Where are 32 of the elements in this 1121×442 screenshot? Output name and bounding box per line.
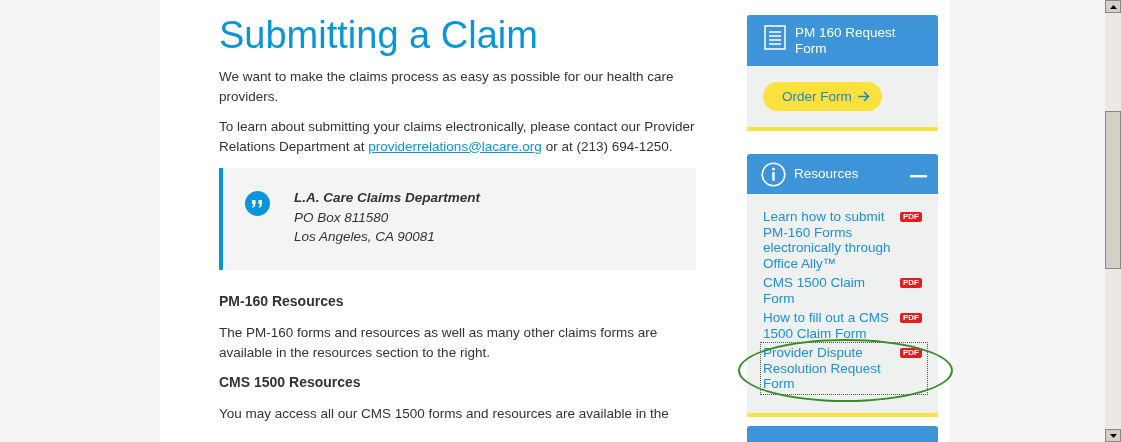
address-name: L.A. Care Claims Department [294,190,481,205]
up-arrow-icon [1109,4,1117,9]
pdf-badge: PDF [900,313,922,323]
address-line: PO Box 811580 [294,208,390,227]
scrollbar-thumb[interactable] [1105,111,1121,269]
resource-link[interactable]: Learn how to submit PM-160 Forms electronically through Office Ally™ [763,209,894,271]
section-heading: CMS 1500 Resources [219,373,362,392]
section-paragraph: The PM-160 forms and resources as well as many other claims forms are available in the resources section to the right. [219,324,659,362]
order-form-button[interactable]: Order Form [763,82,882,111]
contact-paragraph: To learn about submitting your claims electronically, please contact our Provider Relations Department at providerrelations@lacare.org or at (213) 694-1250. [219,118,696,156]
down-arrow-icon [1109,433,1117,438]
arrow-icon [857,91,870,102]
quote-icon [245,191,270,216]
section-heading: PM-160 Resources [219,292,345,311]
card-title: Resources [794,165,860,184]
page-title: Submitting a Claim [219,13,539,57]
intro-paragraph: We want to make the claims process as easy as possible for our health care providers. [219,68,675,106]
scroll-down-button[interactable] [1105,429,1121,442]
section-paragraph: You may access all our CMS 1500 forms and resources are available in the [219,405,670,423]
address-line: Los Angeles, CA 90081 [294,228,436,246]
pdf-badge: PDF [900,348,922,358]
info-icon [761,161,786,187]
pdf-badge: PDF [900,212,922,222]
scroll-up-button[interactable] [1105,0,1121,13]
card-title: PM 160 Request Form [795,25,897,58]
email-link[interactable]: providerrelations@lacare.org [368,138,542,154]
resource-link[interactable]: Provider Dispute Resolution Request Form [763,345,894,392]
document-icon [764,25,786,50]
pdf-badge: PDF [900,278,922,288]
resource-link[interactable]: How to fill out a CMS 1500 Claim Form [763,310,894,341]
resource-link[interactable]: CMS 1500 Claim Form [763,275,894,306]
collapse-icon[interactable] [910,175,927,179]
